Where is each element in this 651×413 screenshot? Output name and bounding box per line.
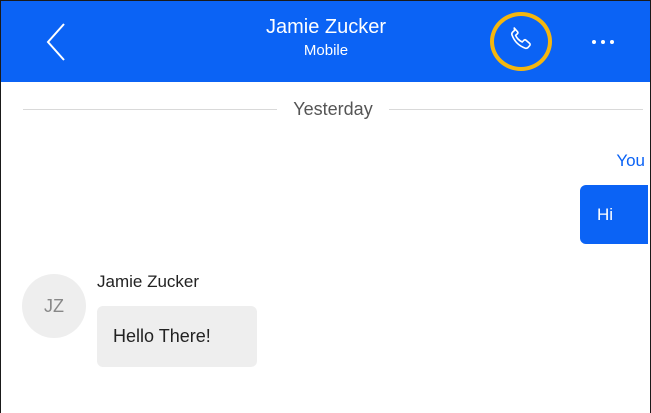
incoming-sender-name: Jamie Zucker (97, 272, 200, 291)
more-options-button[interactable] (583, 27, 623, 57)
contact-name: Jamie Zucker (265, 16, 387, 38)
chat-screen: Jamie Zucker Mobile Yesterday You Hi JZ … (0, 0, 651, 413)
outgoing-message-bubble[interactable]: Hi (580, 185, 648, 244)
outgoing-sender-label: You (616, 151, 645, 170)
divider-line-right (388, 108, 643, 110)
chevron-left-icon (45, 22, 67, 67)
call-button[interactable] (490, 12, 552, 71)
back-button[interactable] (31, 19, 81, 69)
chat-header: Jamie Zucker Mobile (1, 1, 650, 82)
contact-subtitle: Mobile (303, 42, 349, 59)
incoming-message-bubble[interactable]: Hello There! (97, 306, 257, 367)
phone-icon (506, 24, 536, 59)
avatar[interactable]: JZ (22, 274, 86, 338)
divider-line-left (23, 108, 278, 110)
date-divider: Yesterday (23, 98, 643, 120)
more-dots-icon (592, 40, 596, 44)
header-title: Jamie Zucker Mobile (201, 15, 451, 61)
date-divider-label: Yesterday (293, 99, 373, 119)
